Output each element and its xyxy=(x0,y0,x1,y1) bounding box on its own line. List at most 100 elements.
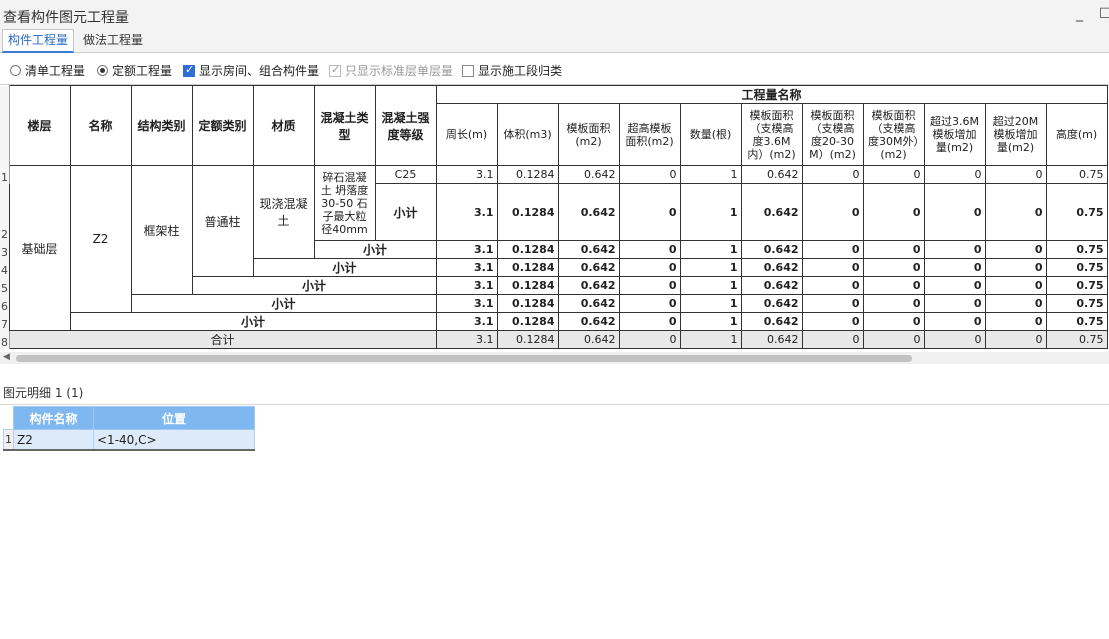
detail-cell-name[interactable]: Z2 xyxy=(13,429,94,451)
cell-value[interactable]: 0.1284 xyxy=(496,258,559,277)
cell-subtotal[interactable]: 小计 xyxy=(252,258,437,277)
header-floor[interactable]: 楼层 xyxy=(8,85,71,166)
cell-value[interactable]: 0.75 xyxy=(1045,183,1108,241)
horizontal-scrollbar[interactable]: ◀ xyxy=(0,352,1109,364)
cell-value[interactable]: 3.1 xyxy=(435,276,498,295)
cell-quota[interactable]: 普通柱 xyxy=(191,165,254,277)
cell-value[interactable]: 0 xyxy=(801,258,864,277)
cell-value[interactable]: 3.1 xyxy=(435,183,498,241)
tab-method-quantity[interactable]: 做法工程量 xyxy=(78,30,148,51)
cell-value[interactable]: 0.642 xyxy=(740,240,803,259)
cell-value[interactable]: 1 xyxy=(679,330,742,349)
cell-value[interactable]: 3.1 xyxy=(435,330,498,349)
cell-value[interactable]: 0 xyxy=(618,312,681,331)
cell-value[interactable]: 0 xyxy=(923,258,986,277)
cell-material[interactable]: 现浇混凝土 xyxy=(252,165,315,259)
cell-value[interactable]: 0.75 xyxy=(1045,258,1108,277)
cell-value[interactable]: 0.75 xyxy=(1045,165,1108,184)
table-row[interactable]: 1 基础层 Z2 框架柱 普通柱 现浇混凝土 碎石混凝土 坍落度30-50 石子… xyxy=(0,165,1108,331)
cell-value[interactable]: 0 xyxy=(923,276,986,295)
cell-value[interactable]: 0.642 xyxy=(557,276,620,295)
cell-value[interactable]: 3.1 xyxy=(435,165,498,184)
radio-icon[interactable] xyxy=(10,65,21,76)
cell-value[interactable]: 0.75 xyxy=(1045,312,1108,331)
maximize-button[interactable]: ☐ xyxy=(1099,6,1109,22)
checkbox-unchecked-icon[interactable] xyxy=(462,64,474,77)
detail-cell-position[interactable]: <1-40,C> xyxy=(93,429,255,451)
cell-value[interactable]: 0.1284 xyxy=(496,276,559,295)
cell-value[interactable]: 0.1284 xyxy=(496,165,559,184)
header-formwork-30[interactable]: 模板面积（支模高度30M外）(m2) xyxy=(862,103,925,166)
header-structure[interactable]: 结构类别 xyxy=(130,85,193,166)
cell-value[interactable]: 0.642 xyxy=(557,165,620,184)
cell-value[interactable]: 0 xyxy=(618,294,681,313)
header-volume[interactable]: 体积(m3) xyxy=(496,103,559,166)
detail-header-name[interactable]: 构件名称 xyxy=(13,406,94,430)
cell-value[interactable]: 1 xyxy=(679,294,742,313)
cell-value[interactable]: 0.642 xyxy=(740,330,803,349)
cell-value[interactable]: 0 xyxy=(801,312,864,331)
cell-value[interactable]: 0.75 xyxy=(1045,330,1108,349)
cell-total[interactable]: 合计 xyxy=(8,330,437,349)
header-material[interactable]: 材质 xyxy=(252,85,315,166)
cell-value[interactable]: 0.642 xyxy=(740,276,803,295)
cell-value[interactable]: 1 xyxy=(679,183,742,241)
cell-structure[interactable]: 框架柱 xyxy=(130,165,193,295)
cell-value[interactable]: 0 xyxy=(984,294,1047,313)
cell-subtotal[interactable]: 小计 xyxy=(69,312,437,331)
cell-floor[interactable]: 基础层 xyxy=(8,165,71,331)
cell-value[interactable]: 0.642 xyxy=(740,165,803,184)
cell-value[interactable]: 3.1 xyxy=(435,294,498,313)
cell-value[interactable]: 0 xyxy=(923,240,986,259)
header-over-20[interactable]: 超过20M模板增加量(m2) xyxy=(984,103,1047,166)
cell-value[interactable]: 0 xyxy=(923,330,986,349)
cell-value[interactable]: 0.1284 xyxy=(496,240,559,259)
cell-value[interactable]: 0 xyxy=(618,240,681,259)
header-high-formwork-area[interactable]: 超高模板面积(m2) xyxy=(618,103,681,166)
cell-value[interactable]: 0 xyxy=(923,183,986,241)
cell-value[interactable]: 0.642 xyxy=(740,258,803,277)
cell-value[interactable]: 3.1 xyxy=(435,258,498,277)
header-concrete-type[interactable]: 混凝土类型 xyxy=(313,85,376,166)
cell-value[interactable]: 1 xyxy=(679,240,742,259)
cell-value[interactable]: 0.642 xyxy=(557,240,620,259)
cell-value[interactable]: 0.642 xyxy=(557,330,620,349)
radio-bill-quantity[interactable]: 清单工程量 xyxy=(10,62,85,79)
cell-subtotal[interactable]: 小计 xyxy=(130,294,437,313)
scrollbar-thumb[interactable] xyxy=(16,355,912,362)
cell-value[interactable]: 0 xyxy=(984,240,1047,259)
cell-value[interactable]: 0.642 xyxy=(740,312,803,331)
cell-value[interactable]: 0.642 xyxy=(740,294,803,313)
header-count[interactable]: 数量(根) xyxy=(679,103,742,166)
cell-value[interactable]: 0 xyxy=(984,276,1047,295)
header-height[interactable]: 高度(m) xyxy=(1045,103,1108,166)
minimize-button[interactable]: _ xyxy=(1076,6,1083,22)
cell-subtotal[interactable]: 小计 xyxy=(374,183,437,241)
cell-value[interactable]: 0.642 xyxy=(557,312,620,331)
cell-value[interactable]: 0.75 xyxy=(1045,276,1108,295)
cell-value[interactable]: 1 xyxy=(679,258,742,277)
header-name[interactable]: 名称 xyxy=(69,85,132,166)
cell-value[interactable]: 3.1 xyxy=(435,240,498,259)
cell-value[interactable]: 0.642 xyxy=(557,183,620,241)
header-formwork-3.6[interactable]: 模板面积（支模高度3.6M内）(m2) xyxy=(740,103,803,166)
cell-name[interactable]: Z2 xyxy=(69,165,132,313)
cell-value[interactable]: 0 xyxy=(984,330,1047,349)
checkbox-show-section[interactable]: 显示施工段归类 xyxy=(462,62,562,79)
cell-value[interactable]: 0 xyxy=(801,165,864,184)
cell-value[interactable]: 0 xyxy=(862,165,925,184)
total-row[interactable]: 8 合计 3.1 0.1284 0.642 0 1 0.642 0 0 0 0 … xyxy=(0,330,1108,349)
cell-value[interactable]: 0 xyxy=(801,276,864,295)
table-row[interactable]: 1 Z2 <1-40,C> xyxy=(3,429,255,451)
cell-value[interactable]: 0 xyxy=(862,294,925,313)
cell-grade[interactable]: C25 xyxy=(374,165,437,184)
cell-value[interactable]: 1 xyxy=(679,165,742,184)
cell-value[interactable]: 0 xyxy=(862,240,925,259)
cell-value[interactable]: 0.1284 xyxy=(496,183,559,241)
cell-value[interactable]: 0 xyxy=(862,183,925,241)
cell-value[interactable]: 1 xyxy=(679,276,742,295)
cell-value[interactable]: 0 xyxy=(801,294,864,313)
cell-value[interactable]: 0 xyxy=(618,165,681,184)
tab-component-quantity[interactable]: 构件工程量 xyxy=(2,29,75,53)
cell-subtotal[interactable]: 小计 xyxy=(191,276,437,295)
